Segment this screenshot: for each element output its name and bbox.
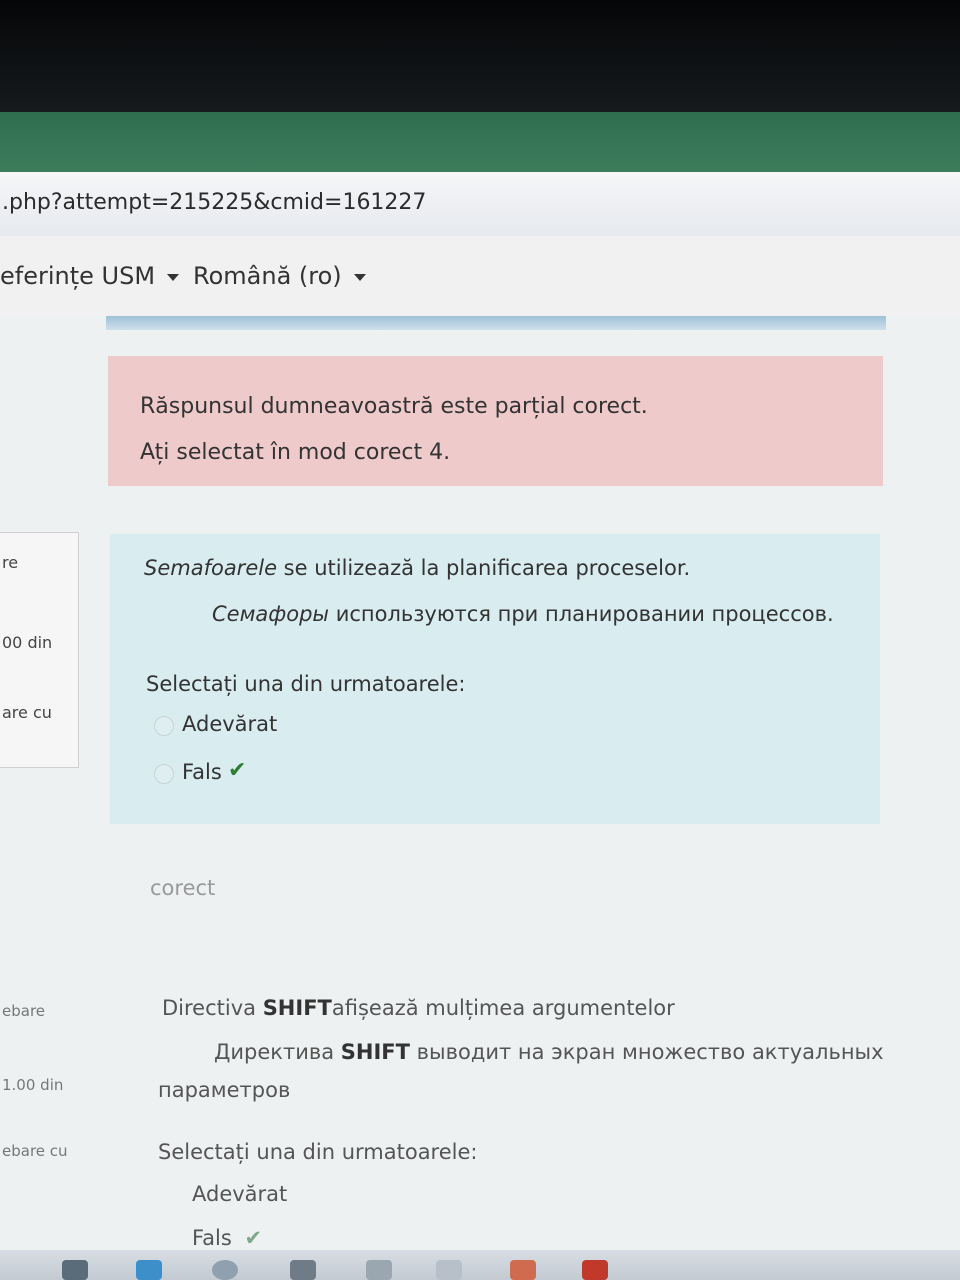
language-label: Română (ro): [193, 262, 342, 290]
chevron-down-icon: [167, 273, 180, 281]
quiz-page: Răspunsul dumneavoastră este parțial cor…: [0, 316, 960, 1280]
question-term: Semafoarele: [144, 556, 277, 580]
option-label-fals[interactable]: Fals: [182, 760, 222, 784]
result-label: corect: [150, 876, 216, 900]
screen: .php?attempt=215225&cmid=161227 eferințe…: [0, 172, 960, 1280]
checkmark-icon: ✔: [244, 1226, 263, 1250]
question-info-flag-2[interactable]: ebare cu: [2, 1142, 68, 1160]
question-text: Semafoarele se utilizează la planificare…: [144, 556, 690, 580]
question-info-grade: 00 din: [2, 633, 53, 652]
checkmark-icon: ✔: [228, 758, 247, 783]
question-info-panel: re 00 din are cu: [0, 532, 79, 768]
taskbar-app-icon[interactable]: [366, 1260, 392, 1280]
chevron-down-icon: [353, 273, 366, 281]
url-text[interactable]: .php?attempt=215225&cmid=161227: [2, 190, 426, 215]
question-box: Semafoarele se utilizează la planificare…: [110, 534, 880, 824]
top-navigation: eferințe USM Română (ro): [0, 236, 960, 317]
option-label-2-fals-text: Fals: [192, 1226, 232, 1250]
question-text-russian: Семафоры используются при планировании п…: [212, 602, 834, 626]
option-label-adevarat[interactable]: Adevărat: [182, 712, 277, 736]
question-text-russian-rest: используются при планировании процессов.: [329, 602, 834, 626]
window-frame: [0, 112, 960, 174]
question-2-ru-pre: Директива: [214, 1040, 341, 1064]
language-selector[interactable]: Română (ro): [193, 262, 366, 290]
question-2-keyword: SHIFT: [262, 996, 332, 1020]
address-bar[interactable]: .php?attempt=215225&cmid=161227: [0, 172, 960, 237]
powerpoint-icon[interactable]: [582, 1260, 608, 1280]
feedback-box: Răspunsul dumneavoastră este parțial cor…: [108, 356, 883, 486]
option-label-2-fals[interactable]: Fals ✔: [192, 1226, 262, 1250]
nav-item-label: eferințe USM: [0, 262, 156, 290]
question-term-russian: Семафоры: [212, 602, 330, 626]
question-info-grade-2: 1.00 din: [2, 1076, 64, 1094]
option-radio-adevarat[interactable]: [154, 716, 174, 736]
question-info-status-2: ebare: [2, 1002, 46, 1020]
question-info-flag[interactable]: are cu: [2, 703, 52, 722]
question-info-status: re: [2, 553, 19, 572]
question-2-pre: Directiva: [162, 996, 263, 1020]
question-2-ru-keyword: SHIFT: [340, 1040, 410, 1064]
option-label-2-adevarat[interactable]: Adevărat: [192, 1182, 287, 1206]
answer-prompt-2: Selectați una din urmatoarele:: [158, 1140, 478, 1164]
taskbar-app-icon[interactable]: [62, 1260, 88, 1280]
header-strip: [106, 316, 886, 330]
question-2-ru-post: выводит на экран множество актуальных: [409, 1040, 884, 1064]
taskbar-app-icon[interactable]: [290, 1260, 316, 1280]
taskbar-app-icon[interactable]: [212, 1260, 238, 1280]
taskbar-app-icon[interactable]: [510, 1260, 536, 1280]
taskbar-app-icon[interactable]: [436, 1260, 462, 1280]
question-2-text-russian-line2: параметров: [158, 1078, 291, 1102]
question-2-post: afișează mulțimea argumentelor: [331, 996, 675, 1020]
question-text-rest: se utilizează la planificarea proceselor…: [277, 556, 691, 580]
nav-item-references[interactable]: eferințe USM: [0, 262, 180, 290]
feedback-count: Ați selectat în mod corect 4.: [140, 440, 451, 465]
question-2-text-russian: Директива SHIFT выводит на экран множест…: [214, 1040, 884, 1064]
monitor-bezel: [0, 0, 960, 130]
question-2-text: Directiva SHIFTafișează mulțimea argumen…: [162, 996, 675, 1020]
answer-prompt: Selectați una din urmatoarele:: [146, 672, 466, 696]
option-radio-fals[interactable]: [154, 764, 174, 784]
taskbar: [0, 1250, 960, 1280]
taskbar-app-icon[interactable]: [136, 1260, 162, 1280]
feedback-general: Răspunsul dumneavoastră este parțial cor…: [140, 394, 648, 419]
